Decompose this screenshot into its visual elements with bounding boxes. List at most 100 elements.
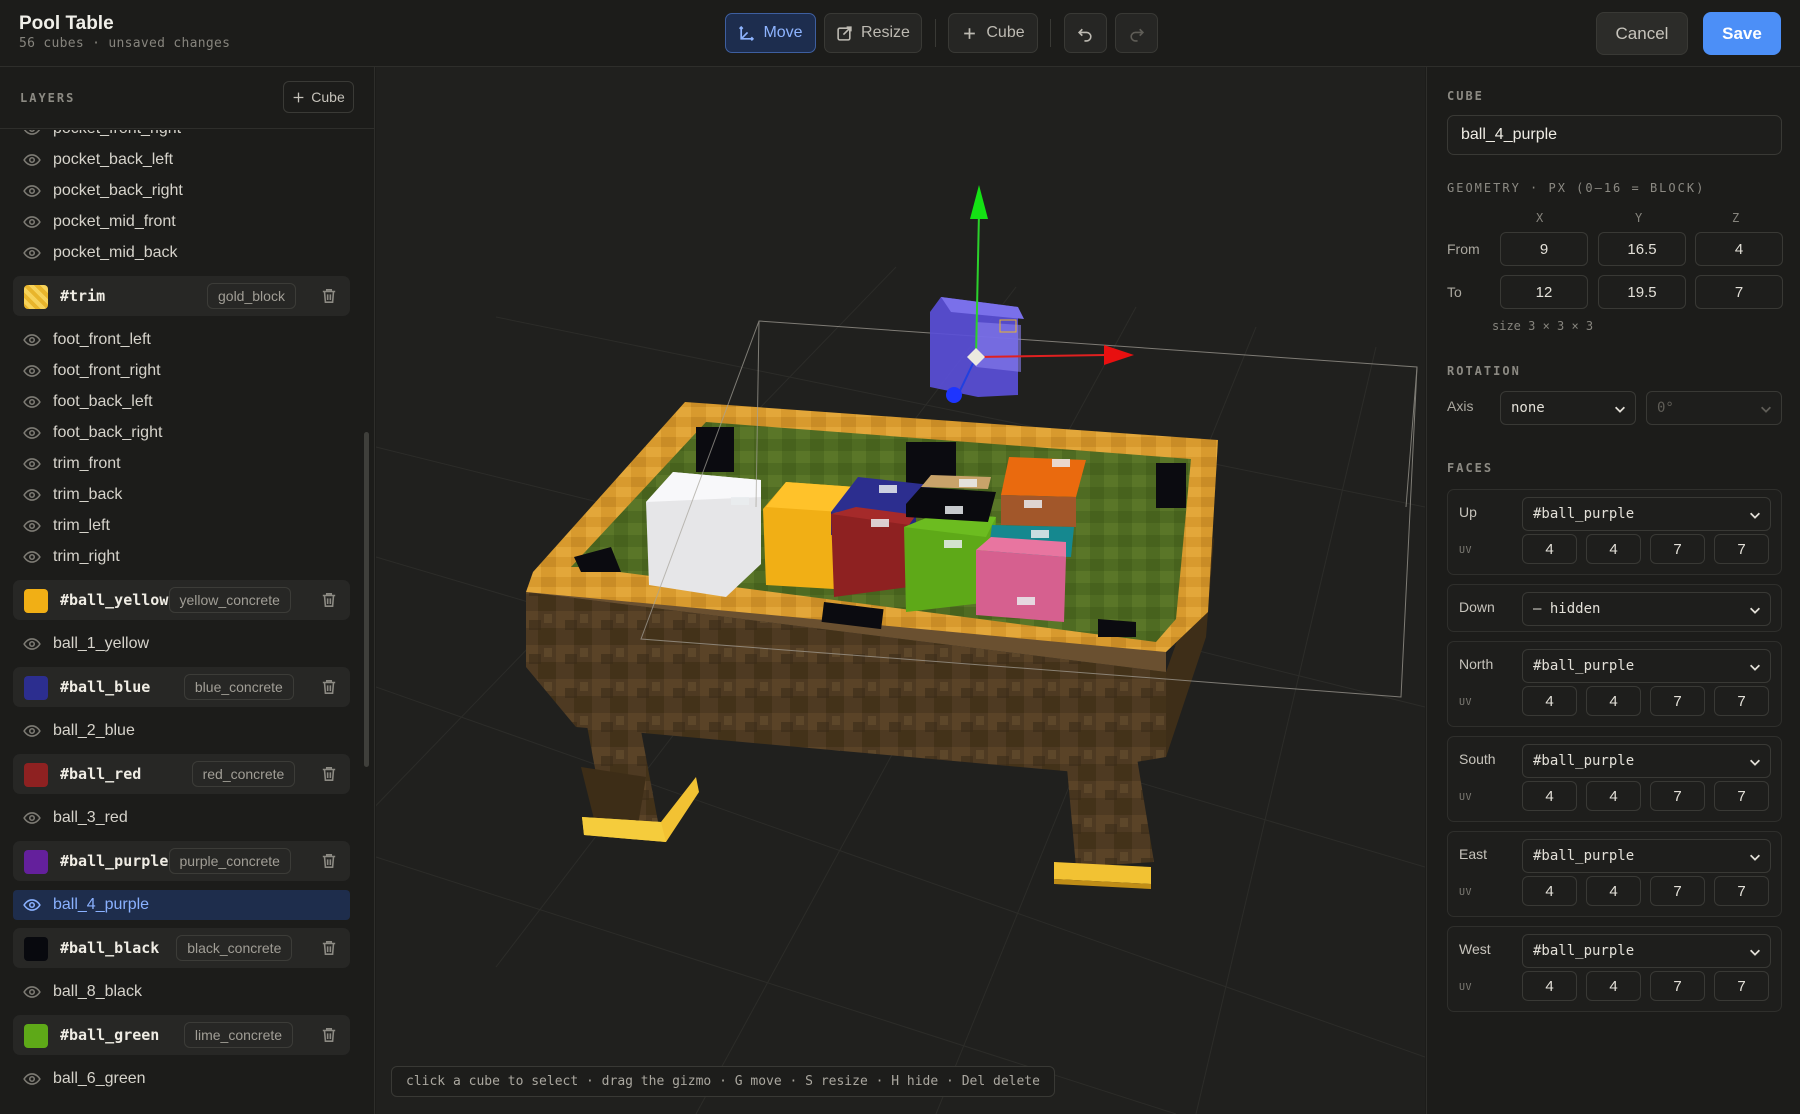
trash-icon[interactable] — [320, 852, 338, 870]
eye-icon[interactable] — [23, 213, 41, 231]
move-tool-button[interactable]: Move — [725, 13, 816, 53]
3d-viewport[interactable]: click a cube to select · drag the gizmo … — [376, 67, 1425, 1114]
cube-name-input[interactable]: ball_4_purple — [1447, 115, 1782, 155]
eye-icon[interactable] — [23, 130, 41, 138]
texture-group-row[interactable]: #ball_yellow yellow_concrete — [13, 580, 350, 620]
eye-icon[interactable] — [23, 896, 41, 914]
texture-id-badge[interactable]: red_concrete — [191, 761, 296, 787]
face-uv-field[interactable]: 7 — [1714, 686, 1769, 716]
redo-button[interactable] — [1115, 13, 1158, 53]
face-uv-field[interactable]: 4 — [1586, 876, 1641, 906]
layer-item[interactable]: pocket_mid_back — [13, 238, 350, 268]
eye-icon[interactable] — [23, 517, 41, 535]
texture-group-row[interactable]: #ball_blue blue_concrete — [13, 667, 350, 707]
eye-icon[interactable] — [23, 244, 41, 262]
add-cube-button[interactable]: Cube — [948, 13, 1038, 53]
face-uv-field[interactable]: 7 — [1650, 534, 1705, 564]
layer-item[interactable]: trim_right — [13, 542, 350, 572]
texture-id-badge[interactable]: black_concrete — [176, 935, 293, 961]
layer-item[interactable]: trim_front — [13, 449, 350, 479]
face-uv-field[interactable]: 4 — [1586, 534, 1641, 564]
texture-id-badge[interactable]: blue_concrete — [183, 674, 294, 700]
layer-item[interactable]: pocket_mid_front — [13, 207, 350, 237]
save-button[interactable]: Save — [1703, 12, 1781, 55]
face-uv-field[interactable]: 7 — [1714, 534, 1769, 564]
face-uv-field[interactable]: 7 — [1714, 971, 1769, 1001]
layer-item[interactable]: foot_front_left — [13, 325, 350, 355]
layer-item[interactable]: trim_back — [13, 480, 350, 510]
layer-item[interactable]: ball_3_red — [13, 803, 350, 833]
layer-item[interactable]: ball_6_green — [13, 1064, 350, 1094]
layer-item-selected[interactable]: ball_4_purple — [13, 890, 350, 920]
face-uv-field[interactable]: 4 — [1586, 686, 1641, 716]
layer-list-scrollbar[interactable] — [364, 432, 369, 767]
texture-id-badge[interactable]: yellow_concrete — [168, 587, 291, 613]
eye-icon[interactable] — [23, 393, 41, 411]
from-x-field[interactable]: 9 — [1500, 232, 1588, 266]
layer-list[interactable]: pocket_front_right pocket_back_leftpocket… — [0, 130, 374, 1114]
layer-item[interactable]: ball_2_blue — [13, 716, 350, 746]
trash-icon[interactable] — [320, 678, 338, 696]
trash-icon[interactable] — [320, 939, 338, 957]
face-uv-field[interactable]: 4 — [1522, 686, 1577, 716]
to-x-field[interactable]: 12 — [1500, 275, 1588, 309]
eye-icon[interactable] — [23, 182, 41, 200]
eye-icon[interactable] — [23, 331, 41, 349]
layer-item[interactable]: foot_back_right — [13, 418, 350, 448]
eye-icon[interactable] — [23, 809, 41, 827]
undo-button[interactable] — [1064, 13, 1107, 53]
to-y-field[interactable]: 19.5 — [1598, 275, 1686, 309]
eye-icon[interactable] — [23, 424, 41, 442]
face-texture-select[interactable]: — hidden — [1522, 592, 1771, 626]
layer-item[interactable]: foot_back_left — [13, 387, 350, 417]
from-z-field[interactable]: 4 — [1695, 232, 1783, 266]
texture-group-row[interactable]: #ball_red red_concrete — [13, 754, 350, 794]
face-uv-field[interactable]: 4 — [1522, 876, 1577, 906]
texture-group-row[interactable]: #ball_green lime_concrete — [13, 1015, 350, 1055]
layer-item[interactable]: trim_left — [13, 511, 350, 541]
layer-item[interactable]: ball_1_yellow — [13, 629, 350, 659]
eye-icon[interactable] — [23, 722, 41, 740]
layer-item[interactable]: pocket_back_right — [13, 176, 350, 206]
face-uv-field[interactable]: 7 — [1650, 876, 1705, 906]
face-uv-field[interactable]: 7 — [1650, 971, 1705, 1001]
eye-icon[interactable] — [23, 362, 41, 380]
face-texture-select[interactable]: #ball_purple — [1522, 649, 1771, 683]
layer-item[interactable]: pocket_back_left — [13, 145, 350, 175]
texture-id-badge[interactable]: gold_block — [207, 283, 296, 309]
texture-group-row[interactable]: #trim gold_block — [13, 276, 350, 316]
texture-id-badge[interactable]: purple_concrete — [168, 848, 291, 874]
eye-icon[interactable] — [23, 455, 41, 473]
face-uv-field[interactable]: 7 — [1650, 781, 1705, 811]
layer-item[interactable]: ball_8_black — [13, 977, 350, 1007]
layers-add-cube-button[interactable]: Cube — [283, 81, 354, 113]
eye-icon[interactable] — [23, 548, 41, 566]
eye-icon[interactable] — [23, 983, 41, 1001]
scene-canvas[interactable] — [376, 67, 1425, 1114]
to-z-field[interactable]: 7 — [1695, 275, 1783, 309]
face-texture-select[interactable]: #ball_purple — [1522, 497, 1771, 531]
rotation-axis-select[interactable]: none — [1500, 391, 1636, 425]
cancel-button[interactable]: Cancel — [1596, 12, 1688, 55]
from-y-field[interactable]: 16.5 — [1598, 232, 1686, 266]
trash-icon[interactable] — [320, 591, 338, 609]
face-uv-field[interactable]: 7 — [1714, 876, 1769, 906]
trash-icon[interactable] — [320, 287, 338, 305]
face-texture-select[interactable]: #ball_purple — [1522, 934, 1771, 968]
resize-tool-button[interactable]: Resize — [824, 13, 922, 53]
face-uv-field[interactable]: 4 — [1586, 781, 1641, 811]
eye-icon[interactable] — [23, 1070, 41, 1088]
face-uv-field[interactable]: 4 — [1522, 781, 1577, 811]
face-uv-field[interactable]: 7 — [1714, 781, 1769, 811]
face-uv-field[interactable]: 4 — [1522, 534, 1577, 564]
face-uv-field[interactable]: 4 — [1522, 971, 1577, 1001]
texture-group-row[interactable]: #ball_purple purple_concrete — [13, 841, 350, 881]
face-texture-select[interactable]: #ball_purple — [1522, 839, 1771, 873]
face-uv-field[interactable]: 4 — [1586, 971, 1641, 1001]
layer-item[interactable]: pocket_front_right — [13, 130, 350, 144]
texture-id-badge[interactable]: lime_concrete — [183, 1022, 294, 1048]
eye-icon[interactable] — [23, 635, 41, 653]
texture-group-row[interactable]: #ball_black black_concrete — [13, 928, 350, 968]
face-uv-field[interactable]: 7 — [1650, 686, 1705, 716]
rotation-angle-select[interactable]: 0° — [1646, 391, 1782, 425]
